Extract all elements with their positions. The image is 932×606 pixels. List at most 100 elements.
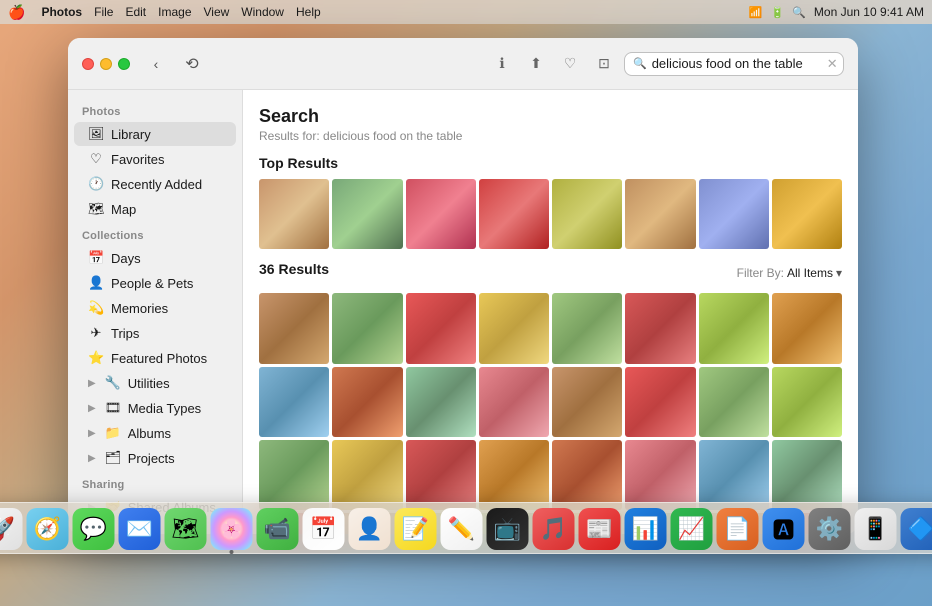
- albums-expand-icon: ▶: [88, 428, 96, 439]
- sidebar-item-media-types[interactable]: ▶ 🎞 Media Types: [74, 396, 236, 420]
- list-item[interactable]: [406, 293, 476, 363]
- sidebar-item-trips-label: Trips: [111, 326, 139, 341]
- list-item[interactable]: [625, 293, 695, 363]
- sidebar-item-memories[interactable]: 💫 Memories: [74, 296, 236, 320]
- list-item[interactable]: [699, 440, 769, 510]
- list-item[interactable]: [552, 440, 622, 510]
- sidebar-item-days[interactable]: 📅 Days: [74, 246, 236, 270]
- search-clear-button[interactable]: ✕: [827, 56, 838, 72]
- apple-menu[interactable]: 🍎: [8, 4, 25, 21]
- sidebar-item-trips[interactable]: ✈ Trips: [74, 321, 236, 345]
- list-item[interactable]: [772, 367, 842, 437]
- table-row[interactable]: [479, 179, 549, 249]
- dock-photos[interactable]: 🌸: [211, 508, 253, 550]
- info-icon[interactable]: ℹ: [488, 50, 516, 78]
- sidebar-item-days-label: Days: [111, 251, 141, 266]
- menu-image[interactable]: Image: [158, 5, 191, 19]
- list-item[interactable]: [625, 367, 695, 437]
- list-item[interactable]: [259, 293, 329, 363]
- table-row[interactable]: [772, 179, 842, 249]
- table-row[interactable]: [259, 179, 329, 249]
- crop-icon[interactable]: ⊡: [590, 50, 618, 78]
- menubar-search[interactable]: 🔍: [792, 6, 806, 19]
- table-row[interactable]: [406, 179, 476, 249]
- list-item[interactable]: [259, 440, 329, 510]
- dock-system-preferences[interactable]: ⚙️: [809, 508, 851, 550]
- sidebar-item-utilities[interactable]: ▶ 🔧 Utilities: [74, 371, 236, 395]
- sidebar-item-library[interactable]: 🖼 Library: [74, 122, 236, 146]
- dock-appletv[interactable]: 📺: [487, 508, 529, 550]
- dock-maps[interactable]: 🗺: [165, 508, 207, 550]
- close-button[interactable]: [82, 58, 94, 70]
- list-item[interactable]: [406, 367, 476, 437]
- sidebar-item-albums[interactable]: ▶ 📁 Albums: [74, 421, 236, 445]
- menu-file[interactable]: File: [94, 5, 113, 19]
- sidebar-item-projects-label: Projects: [128, 451, 175, 466]
- menu-view[interactable]: View: [204, 5, 230, 19]
- dock-safari[interactable]: 🧭: [27, 508, 69, 550]
- sidebar-item-recently-added[interactable]: 🕐 Recently Added: [74, 172, 236, 196]
- filter-value: All Items: [787, 266, 833, 280]
- list-item[interactable]: [479, 293, 549, 363]
- dock-facetime[interactable]: 📹: [257, 508, 299, 550]
- table-row[interactable]: [552, 179, 622, 249]
- table-row[interactable]: [332, 179, 402, 249]
- list-item[interactable]: [772, 440, 842, 510]
- sidebar-item-featured-photos[interactable]: ⭐ Featured Photos: [74, 346, 236, 370]
- dock-contacts[interactable]: 👤: [349, 508, 391, 550]
- sidebar-item-projects[interactable]: ▶ 🗂 Projects: [74, 446, 236, 470]
- dock-screensavers[interactable]: 🔷: [901, 508, 932, 550]
- list-item[interactable]: [332, 367, 402, 437]
- filter-chevron-icon: ▾: [836, 266, 842, 280]
- menu-help[interactable]: Help: [296, 5, 321, 19]
- dock-notes[interactable]: 📝: [395, 508, 437, 550]
- menubar: 🍎 Photos File Edit Image View Window Hel…: [0, 0, 932, 24]
- list-item[interactable]: [552, 367, 622, 437]
- search-input[interactable]: delicious food on the table: [652, 56, 822, 71]
- list-item[interactable]: [479, 367, 549, 437]
- dock-photos-dot: [230, 550, 234, 554]
- menubar-wifi: 📶: [749, 6, 763, 19]
- list-item[interactable]: [699, 367, 769, 437]
- list-item[interactable]: [332, 440, 402, 510]
- table-row[interactable]: [699, 179, 769, 249]
- fullscreen-button[interactable]: [118, 58, 130, 70]
- list-item[interactable]: [772, 293, 842, 363]
- dock-music[interactable]: 🎵: [533, 508, 575, 550]
- heart-icon[interactable]: ♡: [556, 50, 584, 78]
- menu-window[interactable]: Window: [241, 5, 284, 19]
- dock-mail[interactable]: ✉️: [119, 508, 161, 550]
- sidebar-item-map[interactable]: 🗺 Map: [74, 197, 236, 221]
- dock-calendar[interactable]: 📅: [303, 508, 345, 550]
- dock-messages[interactable]: 💬: [73, 508, 115, 550]
- list-item[interactable]: [699, 293, 769, 363]
- share-icon[interactable]: ⬆: [522, 50, 550, 78]
- list-item[interactable]: [332, 293, 402, 363]
- dock-appstore[interactable]: 🅰: [763, 508, 805, 550]
- menubar-time: Mon Jun 10 9:41 AM: [814, 5, 924, 19]
- list-item[interactable]: [625, 440, 695, 510]
- list-item[interactable]: [552, 293, 622, 363]
- projects-icon: 🗂: [105, 450, 121, 466]
- trips-icon: ✈: [88, 325, 104, 341]
- list-item[interactable]: [479, 440, 549, 510]
- list-item[interactable]: [259, 367, 329, 437]
- table-row[interactable]: [625, 179, 695, 249]
- dock-news[interactable]: 📰: [579, 508, 621, 550]
- dock-freeform[interactable]: ✏️: [441, 508, 483, 550]
- dock-keynote[interactable]: 📊: [625, 508, 667, 550]
- filter-button[interactable]: Filter By: All Items ▾: [737, 266, 842, 280]
- sidebar-item-people-pets[interactable]: 👤 People & Pets: [74, 271, 236, 295]
- dock-pages[interactable]: 📄: [717, 508, 759, 550]
- sidebar-item-favorites[interactable]: ♡ Favorites: [74, 147, 236, 171]
- list-item[interactable]: [406, 440, 476, 510]
- dock-numbers[interactable]: 📈: [671, 508, 713, 550]
- menu-photos[interactable]: Photos: [41, 5, 82, 19]
- rotate-button[interactable]: ⟲: [178, 50, 206, 78]
- menubar-right: 📶 🔋 🔍 Mon Jun 10 9:41 AM: [749, 5, 924, 19]
- back-button[interactable]: ‹: [142, 50, 170, 78]
- dock-iphone[interactable]: 📱: [855, 508, 897, 550]
- dock-launchpad[interactable]: 🚀: [0, 508, 23, 550]
- minimize-button[interactable]: [100, 58, 112, 70]
- menu-edit[interactable]: Edit: [125, 5, 146, 19]
